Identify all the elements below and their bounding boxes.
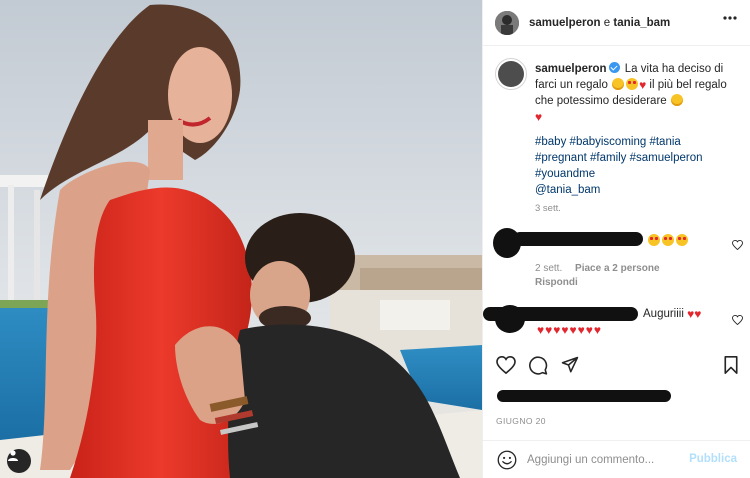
comment-text: Auguriiii	[643, 308, 684, 320]
reply-link[interactable]: Rispondi	[535, 277, 578, 288]
smile-emoji	[670, 94, 683, 106]
photo-illustration	[0, 0, 482, 478]
comment-time: 2 sett.	[535, 263, 563, 274]
comment: 2 sett. Piace a 2 persone Rispondi	[483, 226, 750, 288]
comment: Auguriiii ♥♥ ♥♥♥♥♥♥♥♥	[483, 303, 750, 343]
hashtag[interactable]: #baby	[535, 136, 566, 148]
header-conjunction: e	[603, 16, 611, 29]
caption-text: samuelperon La vita ha deciso di farci u…	[535, 61, 745, 125]
comment-hearts: ♥♥♥♥♥♥♥♥	[537, 323, 602, 337]
red-heart-emoji: ♥	[639, 78, 647, 92]
redacted-username	[513, 232, 643, 246]
comment-input[interactable]	[527, 450, 687, 470]
publish-button[interactable]: Pubblica	[689, 453, 737, 465]
heart-icon[interactable]	[732, 240, 743, 250]
header-usernames: samuelperon e tania_bam	[529, 17, 670, 29]
avatar[interactable]	[495, 10, 519, 35]
more-icon[interactable]	[723, 16, 737, 20]
comment-likes[interactable]: Piace a 2 persone	[575, 263, 660, 274]
user-silhouette	[8, 450, 18, 461]
heart-icon[interactable]	[496, 356, 516, 374]
action-bar	[483, 350, 750, 386]
add-comment-bar: Pubblica	[483, 440, 750, 478]
hashtag[interactable]: #samuelperon	[630, 152, 703, 164]
header-user1[interactable]: samuelperon	[529, 17, 601, 29]
post-photo[interactable]	[0, 0, 482, 478]
instagram-post: samuelperon e tania_bam samuelperon La v…	[0, 0, 750, 478]
redacted-likes	[497, 390, 671, 402]
hashtag[interactable]: #family	[590, 152, 626, 164]
hashtag[interactable]: #tania	[649, 136, 680, 148]
caption-hashtags: #baby #babyiscoming #tania #pregnant #fa…	[535, 134, 745, 198]
post-header: samuelperon e tania_bam	[483, 0, 750, 46]
header-user2[interactable]: tania_bam	[613, 17, 670, 29]
user-tag-icon[interactable]	[7, 449, 31, 473]
post-date[interactable]: GIUGNO 20	[496, 416, 546, 426]
hashtag[interactable]: #babyiscoming	[570, 136, 647, 148]
red-heart-emoji: ♥	[535, 110, 543, 124]
bookmark-icon[interactable]	[724, 356, 738, 374]
share-icon[interactable]	[561, 356, 579, 374]
comment-icon[interactable]	[529, 356, 548, 375]
avatar-photo	[495, 10, 519, 35]
comment-meta: 2 sett. Piace a 2 persone	[535, 263, 660, 274]
verified-badge	[608, 62, 620, 73]
post-sidebar: samuelperon e tania_bam samuelperon La v…	[482, 0, 750, 478]
mention[interactable]: @tania_bam	[535, 184, 600, 196]
smiley-icon[interactable]	[497, 450, 517, 470]
hashtag[interactable]: #pregnant	[535, 152, 587, 164]
smile-emoji	[612, 78, 625, 90]
comment-text-row: Auguriiii ♥♥	[643, 307, 702, 321]
redacted-username	[483, 307, 638, 321]
comment-emojis	[647, 234, 689, 247]
heart-icon[interactable]	[732, 315, 743, 325]
caption-avatar[interactable]	[495, 58, 527, 90]
heart-eyes-emoji	[626, 78, 639, 90]
caption-time[interactable]: 3 sett.	[535, 203, 561, 214]
hashtag[interactable]: #youandme	[535, 168, 595, 180]
caption-username[interactable]: samuelperon	[535, 63, 607, 75]
